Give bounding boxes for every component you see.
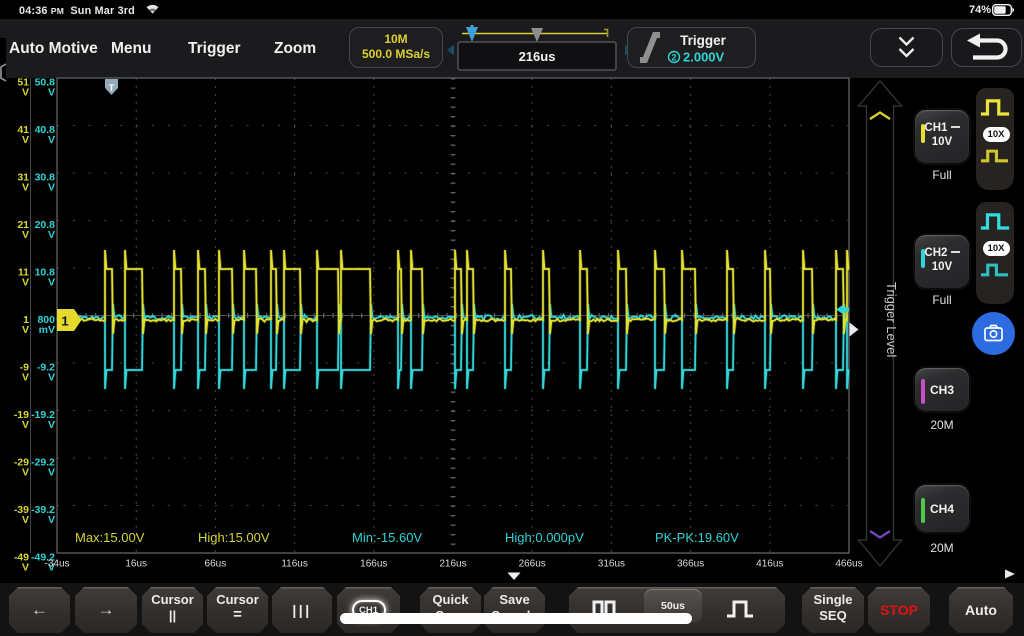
svg-text:Trigger Level: Trigger Level (884, 282, 899, 357)
svg-text:V: V (22, 229, 29, 241)
svg-text:V: V (22, 182, 29, 194)
svg-text:High:0.000pV: High:0.000pV (505, 530, 584, 545)
svg-text:316us: 316us (598, 559, 625, 570)
svg-text:V: V (22, 324, 29, 336)
svg-text:V: V (22, 419, 29, 431)
svg-text:V: V (48, 182, 55, 194)
svg-text:66us: 66us (205, 559, 227, 570)
svg-text:V: V (48, 134, 55, 146)
svg-text:V: V (48, 87, 55, 99)
svg-text:mV: mV (39, 324, 55, 336)
svg-text:V: V (48, 372, 55, 384)
svg-text:116us: 116us (281, 559, 308, 570)
svg-text:PK-PK:19.60V: PK-PK:19.60V (655, 530, 739, 545)
svg-text:466us: 466us (835, 559, 862, 570)
svg-text:266us: 266us (519, 559, 546, 570)
svg-text:V: V (48, 419, 55, 431)
svg-text:16us: 16us (125, 559, 147, 570)
svg-text:366us: 366us (677, 559, 704, 570)
svg-text:High:15.00V: High:15.00V (198, 530, 270, 545)
svg-text:416us: 416us (756, 559, 783, 570)
svg-text:166us: 166us (360, 559, 387, 570)
svg-text:1: 1 (61, 314, 68, 329)
svg-text:V: V (22, 87, 29, 99)
svg-text:V: V (22, 467, 29, 479)
svg-text:Min:-15.60V: Min:-15.60V (352, 530, 422, 545)
svg-text:V: V (22, 562, 29, 574)
svg-text:V: V (48, 277, 55, 289)
svg-text:V: V (48, 229, 55, 241)
svg-text:-34us: -34us (44, 559, 69, 570)
svg-text:V: V (48, 514, 55, 526)
svg-text:V: V (48, 467, 55, 479)
svg-text:216us: 216us (439, 559, 466, 570)
svg-text:V: V (22, 134, 29, 146)
svg-text:V: V (22, 372, 29, 384)
svg-text:V: V (22, 514, 29, 526)
svg-text:Max:15.00V: Max:15.00V (75, 530, 145, 545)
svg-text:V: V (22, 277, 29, 289)
svg-text:T: T (109, 83, 115, 93)
